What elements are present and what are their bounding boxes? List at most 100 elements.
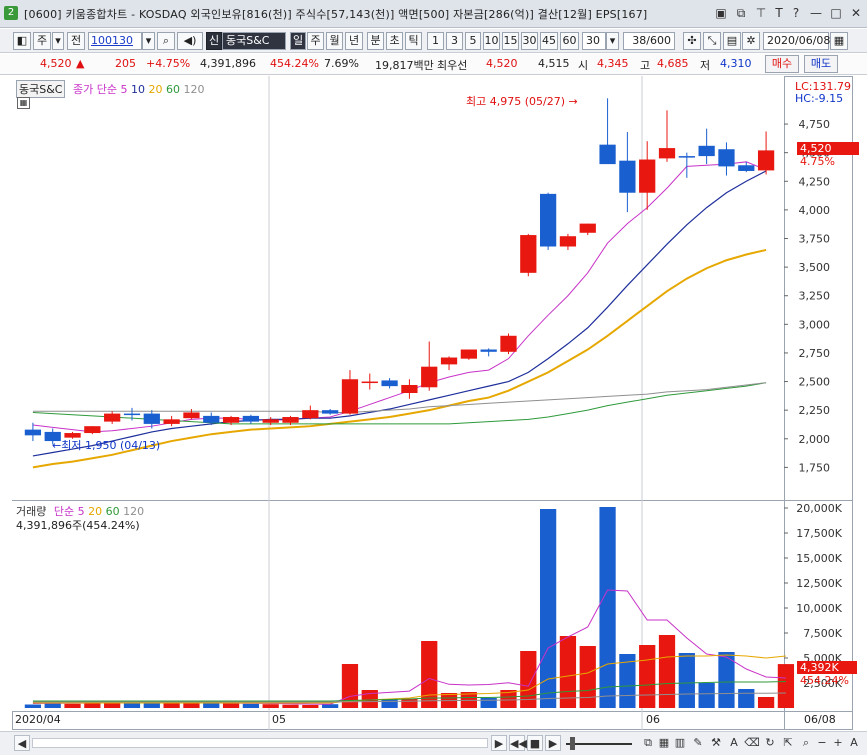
buy-button[interactable]: 매수 [765,55,799,73]
candle-body [559,236,577,247]
settings-icon[interactable]: ✲ [742,32,760,50]
layout-icon[interactable]: ⧉ [640,735,656,751]
zoom-fit-icon[interactable]: ⌕ [798,735,814,751]
price-tick-label: 4,750 [799,118,831,131]
interval-button[interactable]: 5 [465,32,481,50]
sound-icon[interactable]: ◀) [177,32,203,50]
erase-icon[interactable]: ⌫ [744,735,760,751]
volume-bar [123,703,141,708]
scroll-right-icon[interactable]: ▶ [491,735,507,751]
x-label-end: 06/08 [804,713,836,726]
data-table-icon[interactable]: ▦ [17,97,30,109]
candle-body [143,413,160,424]
interval-button[interactable]: 10 [483,32,500,50]
interval-button[interactable]: 3 [446,32,463,50]
minimize-icon[interactable]: — [808,5,824,21]
text-icon[interactable]: T [771,5,787,21]
stock-code-dropdown-icon[interactable]: ▾ [142,32,155,50]
interval-button[interactable]: 1 [427,32,444,50]
volume-pct-tag: 454.24% [800,674,849,687]
candle-body [262,419,279,423]
export-icon[interactable]: ⇱ [780,735,796,751]
save-icon[interactable]: ▤ [723,32,741,50]
period-button[interactable]: 일 [290,32,306,50]
left-arrow-icon: ← [52,439,62,452]
count-input[interactable]: 38/600 [623,32,675,50]
legend-ma120: 120 [183,83,205,96]
legend-ma5: 5 [120,83,128,96]
grid-icon[interactable]: ▦ [656,735,672,751]
close-icon[interactable]: ✕ [848,5,864,21]
high-annotation-text: 최고 4,975 (05/27) [466,95,566,108]
prev-button[interactable]: 전 [67,32,85,50]
volume-bar [282,704,299,708]
play-icon[interactable]: ▶ [545,735,561,751]
chart-type-icon[interactable]: ◧ [13,32,31,50]
scroll-left-icon[interactable]: ◀ [14,735,30,751]
price-volume-chart[interactable]: 1,750 2,000 2,250 2,500 2,750 3,000 3,250 3,500… [12,76,853,730]
interval-button[interactable]: 60 [560,32,579,50]
period-button[interactable]: 월 [326,32,343,50]
help-icon[interactable]: ? [788,5,804,21]
rewind-icon[interactable]: ◀◀ [509,735,527,751]
volume-bar [24,704,42,708]
volume-bar [738,689,755,708]
volume-bar [322,704,339,708]
horizontal-scrollbar[interactable] [32,738,488,748]
interval-input[interactable]: 30 [582,32,606,50]
interval-button[interactable]: 30 [521,32,538,50]
link-icon[interactable]: ▣ [713,5,729,21]
price-legend-name[interactable]: 동국S&C [16,80,66,98]
volume-bar [698,683,715,708]
up-arrow-icon: ▲ [76,57,85,70]
period-button[interactable]: 틱 [405,32,422,50]
chart-icon[interactable]: ▥ [672,735,688,751]
tool-icon[interactable]: ⚒ [708,735,724,751]
calendar-icon[interactable]: ▦ [830,32,848,50]
restore-window-icon[interactable]: ⧉ [733,5,749,21]
zoom-slider-handle[interactable] [570,737,575,750]
interval-dropdown-icon[interactable]: ▾ [606,32,619,50]
interval-button[interactable]: 15 [502,32,519,50]
chart-toolbar: ◧ 주 ▾ 전 100130 ▾ ⌕ ◀) 신 동국S&C 30 ▾ 38/60… [0,29,867,53]
draw-icon[interactable]: ✎ [690,735,706,751]
font-size-icon[interactable]: A [846,735,862,751]
mode-select[interactable]: 주 [33,32,51,50]
period-button[interactable]: 초 [386,32,403,50]
current-pct-tag: 4.75% [800,155,835,168]
stock-badge: 신 [206,32,222,50]
search-icon[interactable]: ⌕ [157,32,175,50]
volume-bar [658,635,676,708]
crosshair-icon[interactable]: ✣ [683,32,701,50]
x-label-june: 06 [646,713,660,726]
maximize-icon[interactable]: □ [828,5,844,21]
volume-bar [579,646,596,708]
refresh-icon[interactable]: ↻ [762,735,778,751]
interval-button[interactable]: 45 [540,32,558,50]
pin-icon[interactable]: ⊤ [753,5,769,21]
zoom-out-icon[interactable]: − [814,735,830,751]
price-tick-label: 3,250 [799,290,831,303]
stock-name-field[interactable]: 동국S&C [222,32,286,50]
stop-icon[interactable]: ■ [527,735,543,751]
sell-button[interactable]: 매도 [804,55,838,73]
period-button[interactable]: 년 [345,32,363,50]
candle-body [698,145,715,157]
bottom-scroll-bar: ◀ ▶ ◀◀ ■ ▶ ⧉ ▦ ▥ ✎ ⚒ A ⌫ ↻ ⇱ ⌕ − + A [0,731,867,755]
trend-tool-icon[interactable]: ⤡ [703,32,721,50]
price-tick-label: 4,000 [799,204,831,217]
volume-bar [639,645,656,708]
zoom-slider[interactable] [566,743,632,745]
text-tool-icon[interactable]: A [726,735,742,751]
zoom-in-icon[interactable]: + [830,735,846,751]
date-input[interactable]: 2020/06/08 [763,32,830,50]
candle-body [322,410,339,414]
price-change-pct: +4.75% [146,57,191,70]
stock-code-input[interactable]: 100130 [88,32,142,50]
period-button[interactable]: 분 [367,32,384,50]
period-button[interactable]: 주 [307,32,324,50]
mode-dropdown-icon[interactable]: ▾ [52,32,64,50]
candle-body [203,415,220,423]
price-legend-ma-label: 종가 단순 [72,83,117,96]
price-tick-label: 2,500 [799,376,831,389]
